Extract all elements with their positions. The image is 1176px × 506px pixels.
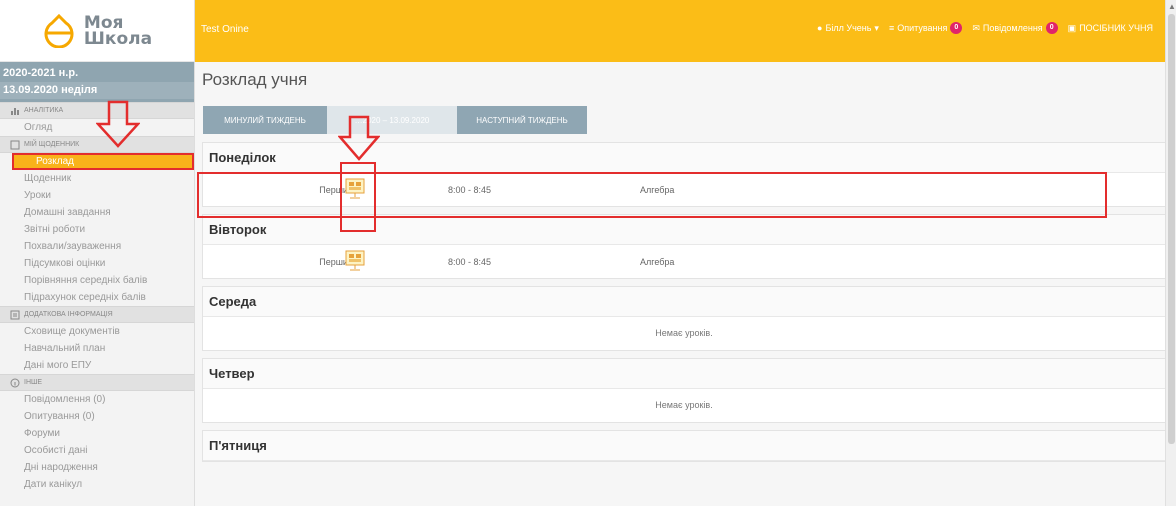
sidebar-item-birthdays[interactable]: Дні народження [0, 459, 194, 476]
sidebar-item-diary[interactable]: Щоденник [0, 170, 194, 187]
school-year-block: 2020-2021 н.р. 13.09.2020 неділя [0, 62, 194, 102]
user-menu[interactable]: ● Білл Учень ▾ [817, 23, 879, 34]
no-lessons-text: Немає уроків. [655, 400, 713, 410]
sidebar-item-praise[interactable]: Похвали/зауваження [0, 238, 194, 255]
lesson-time: 8:00 - 8:45 [448, 256, 492, 267]
envelope-icon: ✉ [972, 22, 980, 33]
logo-icon [44, 13, 74, 48]
page-title: Розклад учня [202, 70, 308, 89]
scroll-thumb[interactable] [1168, 14, 1175, 444]
day-name: П'ятниця [203, 431, 1165, 461]
book-icon [10, 140, 20, 149]
surveys-link[interactable]: ≡ Опитування 0 [888, 22, 963, 34]
annotation-arrow-down-icon [96, 100, 140, 148]
top-bar-actions: ● Білл Учень ▾ ≡ Опитування 0 ✉ Повідомл… [817, 22, 1153, 34]
annotation-lesson-row-box [197, 172, 1107, 218]
list-icon: ≡ [888, 23, 895, 33]
next-week-button[interactable]: НАСТУПНИЙ ТИЖДЕНЬ [457, 106, 587, 134]
scroll-up-icon[interactable]: ▲ [1168, 2, 1176, 11]
sidebar-item-holidays[interactable]: Дати канікул [0, 476, 194, 493]
pdf-icon: ▣ [1067, 22, 1077, 33]
sidebar-item-surveys[interactable]: Опитування (0) [0, 408, 194, 425]
sidebar-item-messages[interactable]: Повідомлення (0) [0, 391, 194, 408]
current-date: 13.09.2020 неділя [0, 82, 194, 99]
day-wednesday: Середа Немає уроків. [202, 286, 1165, 351]
day-name: Четвер [203, 359, 1165, 389]
logo-text: Моя Школа [83, 12, 153, 49]
top-bar: Test Onine ● Білл Учень ▾ ≡ Опитування 0… [195, 0, 1165, 62]
prev-week-button[interactable]: МИНУЛИЙ ТИЖДЕНЬ [203, 106, 327, 134]
week-navigation: МИНУЛИЙ ТИЖДЕНЬ …2020 – 13.09.2020 НАСТУ… [203, 106, 587, 134]
section-additional: ДОДАТКОВА ІНФОРМАЦІЯ [0, 306, 194, 323]
day-friday: П'ятниця [202, 430, 1165, 462]
user-icon: ● [817, 23, 823, 33]
school-year: 2020-2021 н.р. [3, 67, 79, 79]
page-scrollbar[interactable]: ▲ [1165, 0, 1176, 506]
sidebar-item-lessons[interactable]: Уроки [0, 187, 194, 204]
sidebar-item-schedule[interactable]: Розклад [12, 153, 194, 170]
info-icon [10, 378, 20, 387]
lesson-row[interactable]: Перший 8:00 - 8:45 Алгебра [203, 245, 1165, 278]
lesson-subject[interactable]: Алгебра [640, 257, 674, 267]
sidebar: Моя Школа 2020-2021 н.р. 13.09.2020 неді… [0, 0, 195, 506]
messages-badge: 0 [1045, 22, 1058, 34]
sidebar-item-curriculum[interactable]: Навчальний план [0, 340, 194, 357]
day-thursday: Четвер Немає уроків. [202, 358, 1165, 423]
sidebar-item-calc-avg[interactable]: Підрахунок середніх балів [0, 289, 194, 306]
sidebar-item-final-grades[interactable]: Підсумкові оцінки [0, 255, 194, 272]
site-title[interactable]: Test Onine [201, 24, 249, 35]
section-other: ІНШЕ [0, 374, 194, 391]
surveys-badge: 0 [950, 22, 963, 34]
sidebar-item-personal[interactable]: Особисті дані [0, 442, 194, 459]
messages-link[interactable]: ✉ Повідомлення 0 [972, 22, 1058, 34]
no-lessons-text: Немає уроків. [655, 328, 713, 338]
guide-link[interactable]: ▣ ПОСІБНИК УЧНЯ [1068, 23, 1153, 34]
sidebar-item-epu[interactable]: Дані мого ЕПУ [0, 357, 194, 374]
annotation-arrow-down-icon [338, 115, 380, 161]
sidebar-item-compare-avg[interactable]: Порівняння середніх балів [0, 272, 194, 289]
online-lesson-icon[interactable] [345, 249, 365, 273]
sidebar-item-homework[interactable]: Домашні завдання [0, 204, 194, 221]
sidebar-item-forums[interactable]: Форуми [0, 425, 194, 442]
logo[interactable]: Моя Школа [0, 0, 194, 62]
annotation-icon-box [340, 162, 376, 232]
sidebar-item-storage[interactable]: Сховище документів [0, 323, 194, 340]
chart-icon [11, 107, 19, 115]
caret-down-icon: ▾ [874, 22, 879, 33]
sidebar-item-reports[interactable]: Звітні роботи [0, 221, 194, 238]
document-icon [10, 310, 20, 319]
day-name: Середа [203, 287, 1165, 317]
